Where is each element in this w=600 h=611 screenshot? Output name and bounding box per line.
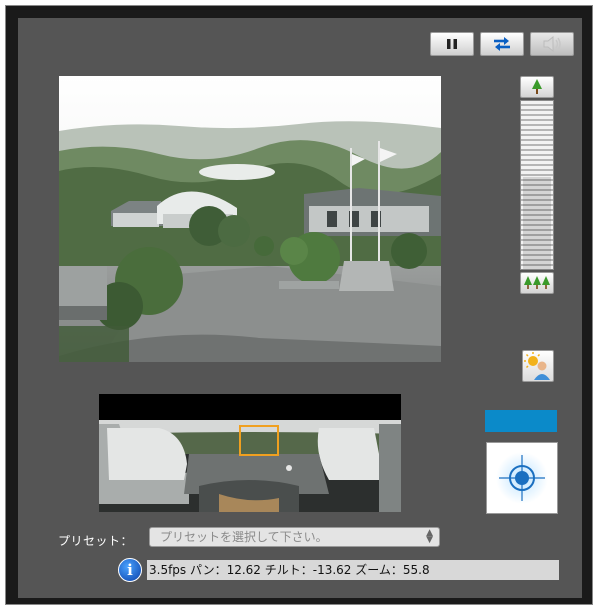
- ptz-home-button[interactable]: [486, 442, 558, 514]
- panorama-view-frame[interactable]: [239, 425, 279, 456]
- pause-button[interactable]: [430, 32, 474, 56]
- camera-viewer-window: プリセット： プリセットを選択して下さい。 ▲ ▼ i 3.5fps パン：12.…: [5, 5, 593, 605]
- audio-button[interactable]: [530, 32, 574, 56]
- viewer-panel: プリセット： プリセットを選択して下さい。 ▲ ▼ i 3.5fps パン：12.…: [18, 18, 582, 598]
- single-tree-icon: [532, 79, 542, 94]
- backlight-compensation-button[interactable]: [522, 350, 554, 382]
- status-bar: 3.5fps パン：12.62 チルト：-13.62 ズーム：55.8: [147, 560, 559, 580]
- camera-image: [59, 76, 441, 362]
- preset-select-placeholder: プリセットを選択して下さい。: [160, 530, 328, 544]
- zoom-out-button[interactable]: [520, 272, 554, 294]
- three-trees-icon: [524, 276, 550, 289]
- preset-select[interactable]: プリセットを選択して下さい。 ▲ ▼: [149, 527, 440, 547]
- select-arrows-icon: ▲ ▼: [426, 528, 433, 545]
- refresh-button[interactable]: [480, 32, 524, 56]
- zoom-track[interactable]: [520, 100, 554, 270]
- live-camera-view[interactable]: [59, 76, 441, 362]
- swap-arrows-icon: [494, 37, 510, 51]
- ptz-mode-bar[interactable]: [485, 410, 557, 432]
- zoom-in-button[interactable]: [520, 76, 554, 98]
- preset-label: プリセット：: [58, 534, 134, 548]
- speaker-icon: [543, 36, 561, 52]
- pause-icon: [447, 39, 457, 49]
- panorama-view[interactable]: [99, 394, 401, 512]
- zoom-slider[interactable]: [520, 76, 554, 294]
- crosshair-target-icon: [496, 452, 548, 504]
- backlight-person-icon: [524, 352, 550, 380]
- info-icon[interactable]: i: [118, 558, 142, 582]
- zoom-level-indicator: [523, 176, 551, 269]
